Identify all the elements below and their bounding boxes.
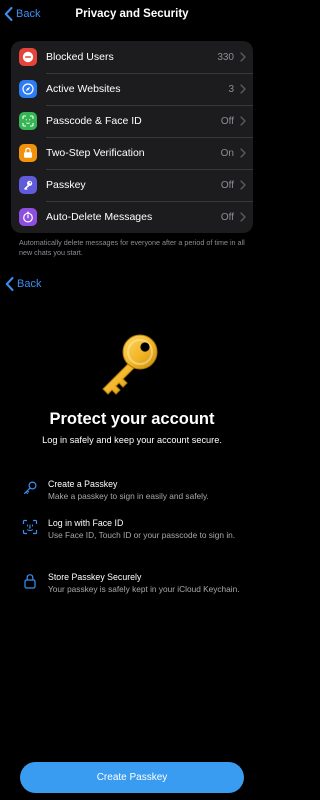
row-label: Blocked Users [46,51,114,63]
minus-circle-icon [19,48,37,66]
face-id-icon [19,112,37,130]
row-label: Two-Step Verification [46,147,145,159]
feature-description: Your passkey is safely kept in your iClo… [48,584,240,594]
timer-icon [19,208,37,226]
row-label: Active Websites [46,83,121,95]
lock-icon [24,574,36,589]
feature-title: Store Passkey Securely [48,572,142,582]
chevron-right-icon [240,84,246,94]
settings-row-blocked-users[interactable]: Blocked Users 330 [11,41,253,73]
row-value: On [220,147,234,159]
navigation-bar: Back Privacy and Security [0,0,264,30]
key-outline-icon [23,481,37,495]
chevron-right-icon [240,180,246,190]
feature-title: Log in with Face ID [48,518,124,528]
settings-row-two-step-verification[interactable]: Two-Step Verification On [11,137,253,169]
chevron-right-icon [240,148,246,158]
settings-row-active-websites[interactable]: Active Websites 3 [11,73,253,105]
chevron-left-icon [5,277,14,291]
back-label: Back [17,278,42,290]
back-button[interactable]: Back [5,277,41,291]
chevron-right-icon [240,116,246,126]
row-value: 330 [217,51,234,63]
row-label: Passcode & Face ID [46,115,142,127]
create-passkey-button[interactable]: Create Passkey [20,762,244,793]
golden-key-icon [102,334,158,395]
row-value: Off [220,211,234,223]
compass-icon [19,80,37,98]
row-label: Passkey [46,179,86,191]
passkey-headline: Protect your account [49,410,215,428]
face-scan-icon [22,519,38,535]
settings-row-passkey[interactable]: Passkey Off [11,169,253,201]
row-value: 3 [228,83,234,95]
settings-list: Blocked Users 330 Active Websites 3 Pass… [11,41,253,233]
row-value: Off [220,179,234,191]
settings-row-passcode-face-id[interactable]: Passcode & Face ID Off [11,105,253,137]
key-icon [19,144,37,162]
feature-title: Create a Passkey [48,479,118,489]
auto-delete-footnote: Automatically delete messages for everyo… [19,238,245,257]
chevron-right-icon [240,52,246,62]
settings-row-auto-delete-messages[interactable]: Auto-Delete Messages Off [11,201,253,233]
passkey-subline: Log in safely and keep your account secu… [42,435,222,445]
row-label: Auto-Delete Messages [46,211,153,223]
passkey-icon [19,176,37,194]
row-value: Off [220,115,234,127]
chevron-right-icon [240,212,246,222]
feature-description: Make a passkey to sign in easily and saf… [48,491,209,501]
page-title: Privacy and Security [75,8,189,20]
feature-description: Use Face ID, Touch ID or your passcode t… [48,530,236,540]
